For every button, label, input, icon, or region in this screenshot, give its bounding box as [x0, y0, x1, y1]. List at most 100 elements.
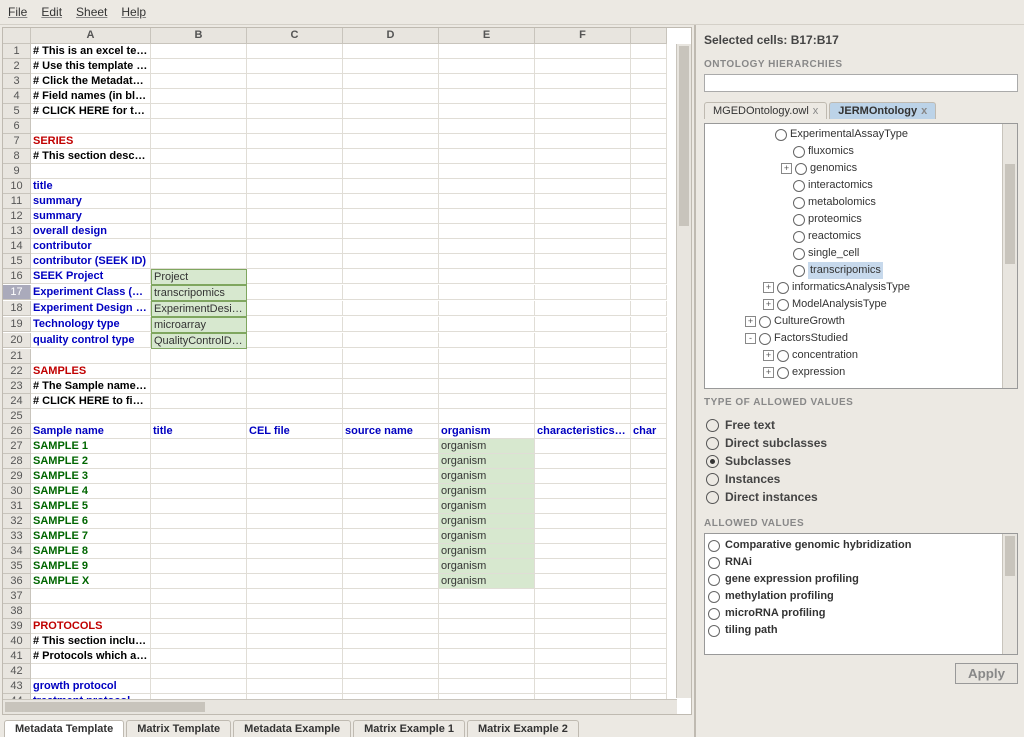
cell[interactable] [631, 619, 667, 634]
cell[interactable] [151, 59, 247, 74]
cell[interactable] [247, 44, 343, 59]
cell[interactable] [439, 179, 535, 194]
cell[interactable] [439, 209, 535, 224]
cell[interactable] [535, 254, 631, 269]
tree-node[interactable]: +expression [707, 364, 1015, 381]
cell[interactable] [151, 484, 247, 499]
cell[interactable]: SAMPLE 9 [31, 559, 151, 574]
scroll-thumb[interactable] [5, 702, 205, 712]
cell[interactable]: contributor [31, 239, 151, 254]
tree-node[interactable]: transcripomics [707, 262, 1015, 279]
cell[interactable] [631, 529, 667, 544]
cell[interactable]: # Protocols which are ap… [31, 649, 151, 664]
allowed-value-item[interactable]: RNAi [708, 554, 1014, 571]
cell[interactable] [151, 589, 247, 604]
cell[interactable] [151, 74, 247, 89]
cell[interactable] [343, 317, 439, 332]
cell[interactable] [247, 679, 343, 694]
cell[interactable] [343, 164, 439, 179]
cell[interactable] [151, 119, 247, 134]
row-header[interactable]: 18 [3, 301, 31, 316]
cell[interactable] [247, 104, 343, 119]
cell[interactable] [343, 529, 439, 544]
tree-node[interactable]: proteomics [707, 211, 1015, 228]
cell[interactable] [31, 164, 151, 179]
cell[interactable] [247, 134, 343, 149]
cell[interactable] [343, 454, 439, 469]
cell[interactable] [151, 679, 247, 694]
cell[interactable] [535, 664, 631, 679]
cell[interactable] [535, 619, 631, 634]
expand-icon[interactable]: + [745, 316, 756, 327]
cell[interactable] [631, 544, 667, 559]
tree-scrollbar[interactable] [1002, 124, 1017, 388]
cell[interactable]: quality control type [31, 333, 151, 348]
cell[interactable] [151, 604, 247, 619]
allowed-value-item[interactable]: tiling path [708, 622, 1014, 639]
cell[interactable] [247, 454, 343, 469]
cell[interactable]: SAMPLE 6 [31, 514, 151, 529]
row-header[interactable]: 11 [3, 194, 31, 209]
cell[interactable] [151, 559, 247, 574]
cell[interactable] [535, 134, 631, 149]
cell[interactable] [247, 394, 343, 409]
horizontal-scrollbar[interactable] [3, 699, 677, 714]
cell[interactable] [439, 254, 535, 269]
menu-file[interactable]: File [8, 5, 27, 19]
cell[interactable] [247, 349, 343, 364]
cell[interactable]: summary [31, 209, 151, 224]
row-header[interactable]: 3 [3, 74, 31, 89]
expand-icon[interactable]: + [763, 282, 774, 293]
cell[interactable] [343, 44, 439, 59]
cell[interactable] [631, 134, 667, 149]
cell[interactable] [343, 349, 439, 364]
cell[interactable] [439, 194, 535, 209]
cell[interactable]: title [31, 179, 151, 194]
sheet-tab[interactable]: Metadata Example [233, 720, 351, 737]
cell[interactable] [151, 179, 247, 194]
row-header[interactable]: 8 [3, 149, 31, 164]
row-header[interactable]: 40 [3, 634, 31, 649]
cell[interactable] [343, 469, 439, 484]
scroll-thumb[interactable] [1005, 164, 1015, 264]
cell[interactable] [439, 619, 535, 634]
row-header[interactable]: 26 [3, 424, 31, 439]
row-header[interactable]: 28 [3, 454, 31, 469]
cell[interactable] [631, 379, 667, 394]
cell[interactable] [151, 349, 247, 364]
cell[interactable] [535, 209, 631, 224]
row-header[interactable]: 38 [3, 604, 31, 619]
cell[interactable]: organism [439, 529, 535, 544]
cell[interactable] [439, 119, 535, 134]
cell[interactable] [535, 89, 631, 104]
radio-option[interactable]: Subclasses [706, 452, 1016, 470]
cell[interactable] [631, 349, 667, 364]
cell[interactable] [631, 179, 667, 194]
cell[interactable] [151, 634, 247, 649]
cell[interactable] [439, 239, 535, 254]
cell[interactable] [535, 269, 631, 284]
cell[interactable]: QualityControlDesc… [151, 333, 247, 349]
cell[interactable] [247, 269, 343, 284]
cell[interactable] [631, 364, 667, 379]
cell[interactable]: Experiment Design t… [31, 301, 151, 316]
cell[interactable]: SERIES [31, 134, 151, 149]
cell[interactable]: organism [439, 454, 535, 469]
cell[interactable] [247, 59, 343, 74]
cell[interactable] [439, 634, 535, 649]
cell[interactable] [343, 224, 439, 239]
cell[interactable] [439, 285, 535, 300]
cell[interactable]: SEEK Project [31, 269, 151, 284]
cell[interactable] [31, 604, 151, 619]
radio-option[interactable]: Direct subclasses [706, 434, 1016, 452]
cell[interactable] [631, 333, 667, 348]
cell[interactable] [535, 544, 631, 559]
cell[interactable] [31, 589, 151, 604]
cell[interactable] [151, 194, 247, 209]
cell[interactable] [247, 484, 343, 499]
row-header[interactable]: 9 [3, 164, 31, 179]
cell[interactable] [535, 59, 631, 74]
row-header[interactable]: 19 [3, 317, 31, 332]
column-header[interactable]: D [343, 28, 439, 44]
cell[interactable] [151, 104, 247, 119]
